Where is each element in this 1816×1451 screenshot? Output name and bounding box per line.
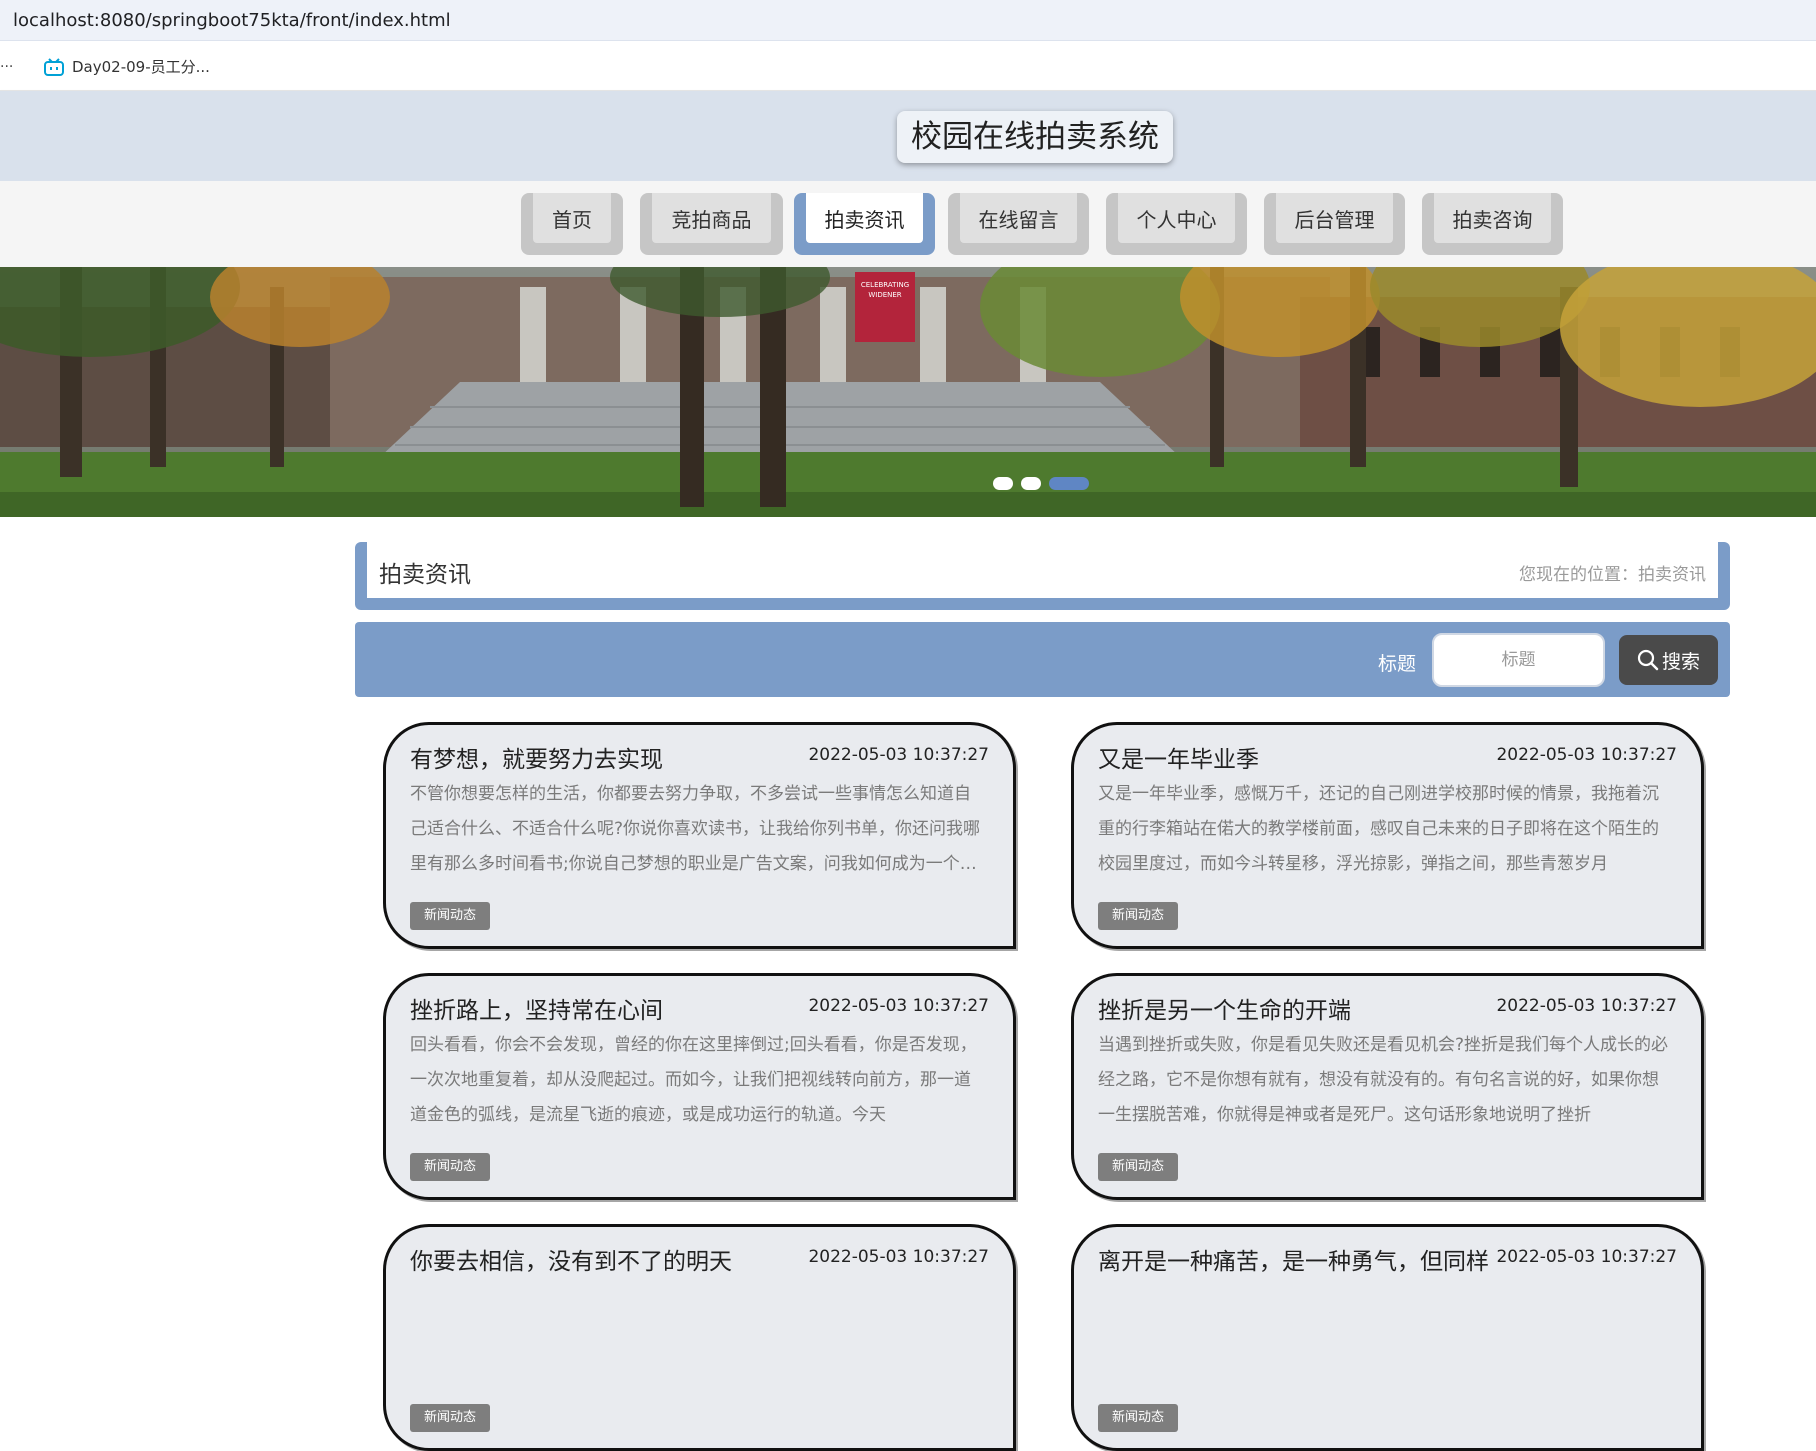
news-card-summary: 又是一年毕业季，感慨万千，还记的自己刚进学校那时候的情景，我拖着沉重的行李箱站在… [1098,784,1659,874]
nav-item-label: 拍卖咨询 [1434,193,1551,243]
search-icon [1637,649,1659,671]
news-card-summary: 不管你想要怎样的生活，你都要去努力争取，不多尝试一些事情怎么知道自己适合什么、不… [410,784,981,874]
nav-item-admin[interactable]: 后台管理 [1264,193,1405,255]
bookmarks-bar: ... Day02-09-员工分... [0,41,1816,91]
news-card-tag[interactable]: 新闻动态 [1098,1404,1179,1432]
news-card[interactable]: 又是一年毕业季 2022-05-03 10:37:27 又是一年毕业季，感慨万千… [1071,722,1704,949]
browser-address-bar[interactable]: localhost:8080/springboot75kta/front/ind… [0,0,1816,41]
news-card[interactable]: 挫折路上，坚持常在心间 2022-05-03 10:37:27 回头看看，你会不… [383,973,1016,1200]
bilibili-icon [44,57,64,76]
news-card-time: 2022-05-03 10:37:27 [808,996,989,1016]
news-card-tag[interactable]: 新闻动态 [1098,1153,1179,1181]
news-card-title[interactable]: 有梦想，就要努力去实现 [410,740,663,774]
carousel-dot-1[interactable] [993,477,1013,490]
banner-sign-text: CELEBRATING [861,281,909,289]
search-button[interactable]: 搜索 [1619,635,1718,685]
nav-item-label: 首页 [533,193,611,243]
nav-item-user-center[interactable]: 个人中心 [1106,193,1247,255]
news-card-tag[interactable]: 新闻动态 [410,1404,491,1432]
news-card[interactable]: 挫折是另一个生命的开端 2022-05-03 10:37:27 当遇到挫折或失败… [1071,973,1704,1200]
carousel-dot-3[interactable] [1049,477,1089,490]
nav-item-label: 拍卖资讯 [806,193,923,243]
bookmark-item[interactable]: Day02-09-员工分... [44,56,210,77]
section-title-inner: 拍卖资讯 您现在的位置：拍卖资讯 [367,542,1718,598]
browser-url[interactable]: localhost:8080/springboot75kta/front/ind… [13,10,451,31]
carousel-indicators [993,477,1089,490]
news-card-time: 2022-05-03 10:37:27 [1496,1247,1677,1267]
nav-item-home[interactable]: 首页 [521,193,623,255]
news-card-summary: 回头看看，你会不会发现，曾经的你在这里摔倒过;回头看看，你是否发现，一次次地重复… [410,1035,977,1125]
news-card[interactable]: 有梦想，就要努力去实现 2022-05-03 10:37:27 不管你想要怎样的… [383,722,1016,949]
news-card-time: 2022-05-03 10:37:27 [808,1247,989,1267]
page-title: 拍卖资讯 [379,562,471,588]
news-card-time: 2022-05-03 10:37:27 [1496,996,1677,1016]
breadcrumb: 您现在的位置：拍卖资讯 [1519,565,1706,585]
search-label: 标题 [1378,653,1417,675]
news-card-summary: 当遇到挫折或失败，你是看见失败还是看见机会?挫折是我们每个人成长的必经之路，它不… [1098,1035,1669,1125]
news-card-title[interactable]: 挫折是另一个生命的开端 [1098,991,1351,1025]
site-header: 校园在线拍卖系统 [0,91,1816,181]
banner-carousel[interactable]: CELEBRATING WIDENER [0,267,1816,517]
bookmark-label: Day02-09-员工分... [72,58,210,76]
bookmarks-overflow[interactable]: ... [0,55,13,71]
nav-item-label: 个人中心 [1118,193,1235,243]
news-card[interactable]: 你要去相信，没有到不了的明天 2022-05-03 10:37:27 新闻动态 [383,1224,1016,1451]
nav-item-messages[interactable]: 在线留言 [948,193,1089,255]
nav-item-consult[interactable]: 拍卖咨询 [1422,193,1563,255]
nav-item-auction-goods[interactable]: 竞拍商品 [640,193,783,255]
news-card-tag[interactable]: 新闻动态 [1098,902,1179,930]
site-title: 校园在线拍卖系统 [897,111,1173,163]
news-card-tag[interactable]: 新闻动态 [410,1153,491,1181]
search-input[interactable] [1432,633,1605,687]
main-nav: 首页 竞拍商品 拍卖资讯 在线留言 个人中心 后台管理 拍卖咨询 [0,181,1816,267]
search-bar: 标题 搜索 [355,622,1730,697]
nav-item-label: 后台管理 [1276,193,1393,243]
nav-item-label: 竞拍商品 [652,193,771,243]
section-title-bar: 拍卖资讯 您现在的位置：拍卖资讯 [355,542,1730,610]
news-card-title[interactable]: 离开是一种痛苦，是一种勇气，但同样 [1098,1242,1489,1276]
news-card-time: 2022-05-03 10:37:27 [808,745,989,765]
news-card-time: 2022-05-03 10:37:27 [1496,745,1677,765]
news-card-tag[interactable]: 新闻动态 [410,902,491,930]
news-card-title[interactable]: 挫折路上，坚持常在心间 [410,991,663,1025]
svg-text:WIDENER: WIDENER [868,291,901,299]
nav-item-label: 在线留言 [960,193,1077,243]
carousel-dot-2[interactable] [1021,477,1041,490]
news-card-title[interactable]: 又是一年毕业季 [1098,740,1259,774]
news-card[interactable]: 离开是一种痛苦，是一种勇气，但同样 2022-05-03 10:37:27 新闻… [1071,1224,1704,1451]
news-card-title[interactable]: 你要去相信，没有到不了的明天 [410,1242,732,1276]
campus-banner-image: CELEBRATING WIDENER [0,267,1816,517]
search-button-label: 搜索 [1661,650,1700,673]
nav-item-auction-news[interactable]: 拍卖资讯 [794,193,935,255]
